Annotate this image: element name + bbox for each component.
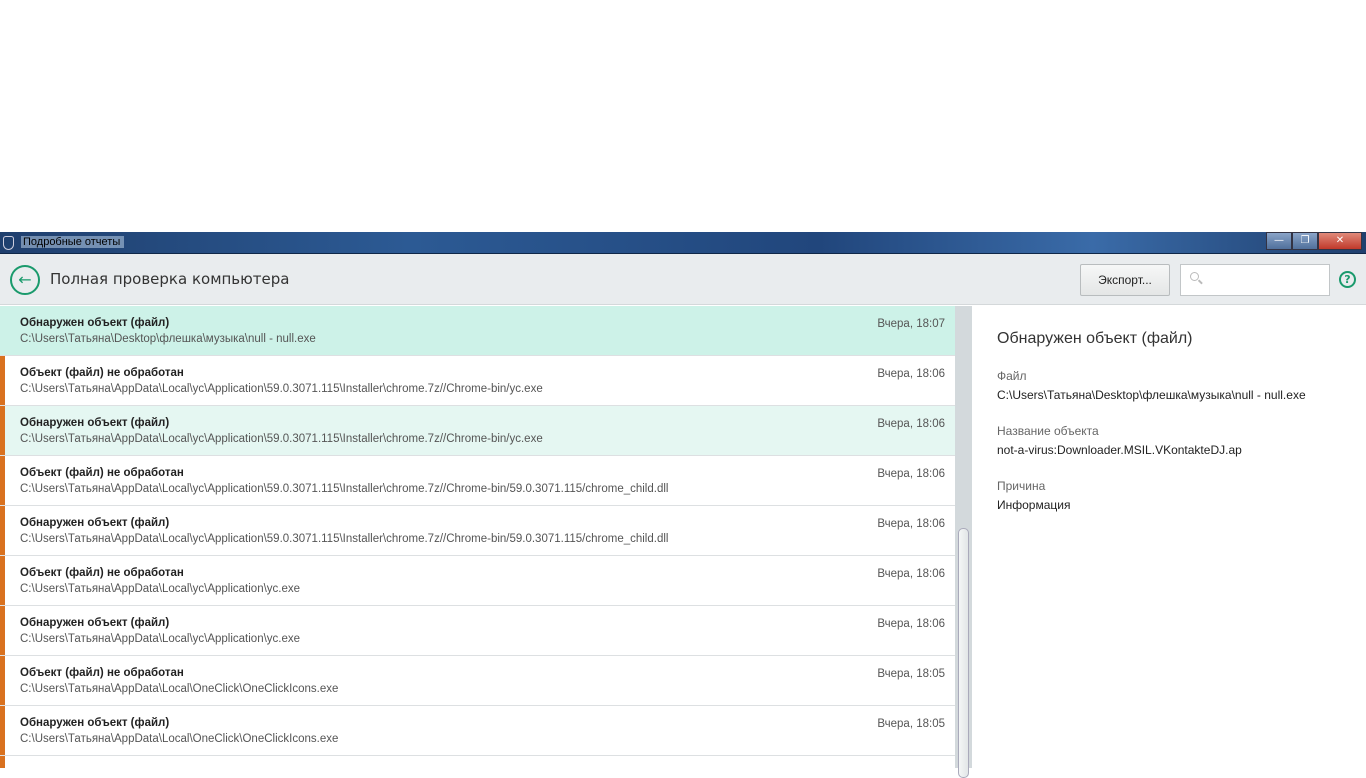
report-list: Обнаружен объект (файл) C:\Users\Татьяна\… (0, 306, 955, 768)
header: ← Полная проверка компьютера Экспорт... … (0, 254, 1366, 305)
item-date: Вчера, 18:06 (877, 368, 945, 380)
item-date: Вчера, 18:05 (877, 668, 945, 680)
item-path: C:\Users\Татьяна\AppData\Local\yc\Applic… (20, 533, 669, 545)
warning-indicator (0, 356, 5, 405)
scrollbar[interactable] (955, 306, 972, 778)
warning-indicator (0, 656, 5, 705)
item-date: Вчера, 18:06 (877, 518, 945, 530)
warning-indicator (0, 606, 5, 655)
list-item[interactable]: Объект (файл) не обработан C:\Users\Татья… (0, 556, 955, 606)
window-title: Подробные отчеты (21, 236, 125, 248)
item-date: Вчера, 18:07 (877, 318, 945, 330)
field-value-reason: Информация (997, 498, 1071, 512)
shield-icon (3, 236, 14, 250)
item-date: Вчера, 18:06 (877, 568, 945, 580)
item-path: C:\Users\Татьяна\Desktop\флешка\музыка\n… (20, 333, 316, 345)
item-title: Обнаружен объект (файл) (20, 417, 170, 429)
warning-indicator (0, 756, 5, 768)
list-item[interactable]: Объект (файл) не обработан C:\Users\Татья… (0, 456, 955, 506)
window-titlebar: Подробные отчеты — ❐ ✕ (0, 232, 1366, 254)
list-item[interactable]: Объект (файл) не обработан C:\Users\Татья… (0, 356, 955, 406)
warning-indicator (0, 706, 5, 755)
list-item[interactable]: Обнаружен объект (файл) C:\Users\Татьяна\… (0, 506, 955, 556)
item-title: Объект (файл) не обработан (20, 567, 184, 579)
search-icon (1190, 272, 1199, 281)
list-item[interactable]: Обнаружен объект (файл) C:\Users\Татьяна\… (0, 706, 955, 756)
restore-button[interactable]: ❐ (1292, 232, 1318, 250)
close-button[interactable]: ✕ (1318, 232, 1362, 250)
item-path: C:\Users\Татьяна\AppData\Local\yc\Applic… (20, 433, 543, 445)
list-item[interactable]: Обнаружен объект (файл) C:\Users\Татьяна\… (0, 406, 955, 456)
minimize-button[interactable]: — (1266, 232, 1292, 250)
item-path: C:\Users\Татьяна\AppData\Local\yc\Applic… (20, 383, 543, 395)
list-item[interactable]: Объект (файл) не обработан C:\Users\Татья… (0, 656, 955, 706)
field-value-file: C:\Users\Татьяна\Desktop\флешка\музыка\n… (997, 388, 1306, 402)
item-title: Обнаружен объект (файл) (20, 317, 170, 329)
item-date: Вчера, 18:06 (877, 418, 945, 430)
page-title: Полная проверка компьютера (50, 270, 290, 288)
item-path: C:\Users\Татьяна\AppData\Local\yc\Applic… (20, 583, 301, 595)
list-item[interactable]: Обнаружен объект (файл) C:\Users\Татьяна\… (0, 306, 955, 356)
list-item[interactable] (0, 756, 955, 768)
item-path: C:\Users\Татьяна\AppData\Local\yc\Applic… (20, 483, 669, 495)
item-path: C:\Users\Татьяна\AppData\Local\OneClick\… (20, 733, 339, 745)
detail-title: Обнаружен объект (файл) (997, 330, 1193, 347)
scrollbar-thumb[interactable] (958, 528, 969, 778)
list-item[interactable]: Обнаружен объект (файл) C:\Users\Татьяна\… (0, 606, 955, 656)
export-button[interactable]: Экспорт... (1080, 264, 1170, 296)
help-icon[interactable]: ? (1339, 271, 1356, 288)
search-input[interactable] (1180, 264, 1330, 296)
item-date: Вчера, 18:06 (877, 618, 945, 630)
warning-indicator (0, 556, 5, 605)
item-title: Обнаружен объект (файл) (20, 617, 170, 629)
item-path: C:\Users\Татьяна\AppData\Local\yc\Applic… (20, 633, 301, 645)
item-title: Обнаружен объект (файл) (20, 717, 170, 729)
item-path: C:\Users\Татьяна\AppData\Local\OneClick\… (20, 683, 339, 695)
item-title: Объект (файл) не обработан (20, 667, 184, 679)
item-title: Обнаружен объект (файл) (20, 517, 170, 529)
item-title: Объект (файл) не обработан (20, 467, 184, 479)
field-value-object-name: not-a-virus:Downloader.MSIL.VKontakteDJ.… (997, 443, 1242, 457)
item-title: Объект (файл) не обработан (20, 367, 184, 379)
warning-indicator (0, 456, 5, 505)
back-arrow-icon[interactable]: ← (10, 265, 40, 295)
warning-indicator (0, 506, 5, 555)
detail-panel: Обнаружен объект (файл) Файл C:\Users\Та… (972, 306, 1366, 768)
field-label-file: Файл (997, 369, 1027, 383)
item-date: Вчера, 18:05 (877, 718, 945, 730)
field-label-reason: Причина (997, 479, 1046, 493)
item-date: Вчера, 18:06 (877, 468, 945, 480)
warning-indicator (0, 406, 5, 455)
field-label-object-name: Название объекта (997, 424, 1099, 438)
